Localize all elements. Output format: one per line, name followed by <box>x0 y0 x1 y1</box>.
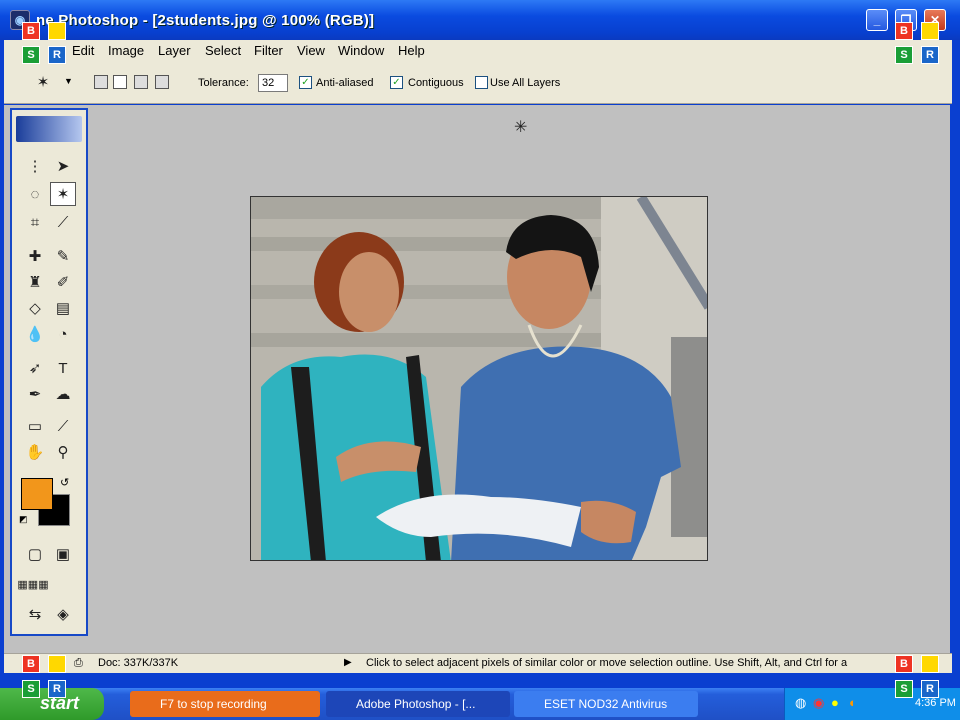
screen-mode-icons[interactable]: ▦▦▦ <box>17 572 48 596</box>
overlay-r-button-top-right[interactable]: R <box>921 46 939 64</box>
anti-aliased-checkbox[interactable]: ✓ <box>299 76 312 89</box>
tray-messenger-icon[interactable]: ● <box>831 695 839 710</box>
task-eset[interactable]: ESET NOD32 Antivirus <box>514 691 698 717</box>
preset-dropdown-icon[interactable]: ▼ <box>64 76 73 86</box>
menu-select[interactable]: Select <box>205 43 241 58</box>
path-selection-icon[interactable]: ➶ <box>22 356 48 380</box>
document-icon: ⎙ <box>74 657 83 669</box>
tolerance-input[interactable]: 32 <box>258 74 288 92</box>
foreground-color-swatch[interactable] <box>21 478 53 510</box>
brush-tool-icon[interactable]: ✎ <box>50 244 76 268</box>
menu-help[interactable]: Help <box>398 43 425 58</box>
window-title: ne Photoshop - [2students.jpg @ 100% (RG… <box>36 12 375 29</box>
status-hint-text: Click to select adjacent pixels of simil… <box>366 657 848 669</box>
eraser-tool-icon[interactable]: ◇ <box>22 296 48 320</box>
magic-wand-tool-icon[interactable]: ✶ <box>50 182 76 206</box>
status-menu-arrow-icon[interactable]: ▶ <box>344 657 352 668</box>
toolbox: ⋮ ➤ ◌ ✶ ⌗ ⟋ ✚ ✎ ♜ ✐ ◇ ▤ 💧 ◔ ➶ T ✒ ☁ ▭ ⟋ … <box>10 108 88 636</box>
overlay-b-button-top-left[interactable]: B <box>22 22 40 40</box>
contiguous-label: Contiguous <box>408 77 464 89</box>
menu-image[interactable]: Image <box>108 43 144 58</box>
dodge-tool-icon[interactable]: ◔ <box>50 322 76 346</box>
overlay-yellow-button-top-right[interactable] <box>921 22 939 40</box>
quick-mask-icon[interactable]: ▣ <box>50 542 76 566</box>
overlay-yellow-button-bottom-left[interactable] <box>48 655 66 673</box>
marquee-tool-icon[interactable]: ⋮ <box>22 154 48 178</box>
lasso-tool-icon[interactable]: ◌ <box>22 182 48 206</box>
overlay-b-button-top-right[interactable]: B <box>895 22 913 40</box>
hand-tool-icon[interactable]: ✋ <box>22 440 48 464</box>
photoshop-window: ◉ ne Photoshop - [2students.jpg @ 100% (… <box>0 0 960 688</box>
shape-tool-icon[interactable]: ☁ <box>50 382 76 406</box>
subtract-selection-icon[interactable] <box>134 75 148 89</box>
magic-wand-cursor-icon: ✳ <box>514 119 528 136</box>
swap-colors-icon[interactable]: ↺ <box>60 476 69 489</box>
task-eset-label: ESET NOD32 Antivirus <box>544 697 668 711</box>
tolerance-label: Tolerance: <box>198 77 249 89</box>
type-tool-icon[interactable]: T <box>50 356 76 380</box>
magic-wand-preset-icon[interactable]: ✶ <box>30 70 56 94</box>
students-photo <box>251 197 707 560</box>
overlay-s-button-top-right[interactable]: S <box>895 46 913 64</box>
use-all-layers-checkbox[interactable] <box>475 76 488 89</box>
overlay-yellow-button-top-left[interactable] <box>48 22 66 40</box>
overlay-r-button-bottom-left[interactable]: R <box>48 680 66 698</box>
document-canvas[interactable] <box>250 196 708 561</box>
overlay-s-button-bottom-right[interactable]: S <box>895 680 913 698</box>
crop-tool-icon[interactable]: ⌗ <box>22 210 48 234</box>
jump-to-imageready-icon[interactable]: ⇆ <box>22 602 48 626</box>
history-brush-icon[interactable]: ✐ <box>50 270 76 294</box>
move-tool-icon[interactable]: ➤ <box>50 154 76 178</box>
clock[interactable]: 4:36 PM <box>915 697 956 709</box>
blur-tool-icon[interactable]: 💧 <box>22 322 48 346</box>
standard-mode-icon[interactable]: ▢ <box>22 542 48 566</box>
new-selection-icon[interactable] <box>94 75 108 89</box>
task-photoshop-label: Adobe Photoshop - [... <box>356 697 476 711</box>
menu-edit[interactable]: Edit <box>72 43 94 58</box>
pen-tool-icon[interactable]: ✒ <box>22 382 48 406</box>
imageready-icon[interactable]: ◈ <box>50 602 76 626</box>
anti-aliased-label: Anti-aliased <box>316 77 374 89</box>
taskbar: start F7 to stop recording Adobe Photosh… <box>0 688 960 720</box>
gradient-tool-icon[interactable]: ▤ <box>50 296 76 320</box>
overlay-r-button-top-left[interactable]: R <box>48 46 66 64</box>
minimize-button[interactable]: _ <box>866 9 888 31</box>
use-all-layers-label: Use All Layers <box>490 77 561 89</box>
notes-tool-icon[interactable]: ▭ <box>22 414 48 438</box>
menu-layer[interactable]: Layer <box>158 43 191 58</box>
intersect-selection-icon[interactable] <box>155 75 169 89</box>
doc-size-text: Doc: 337K/337K <box>98 657 179 669</box>
overlay-s-button-bottom-left[interactable]: S <box>22 680 40 698</box>
clone-stamp-icon[interactable]: ♜ <box>22 270 48 294</box>
task-photoshop[interactable]: Adobe Photoshop - [... <box>326 691 510 717</box>
overlay-s-button-top-left[interactable]: S <box>22 46 40 64</box>
tray-antivirus-icon[interactable]: ◉ <box>813 695 824 711</box>
default-colors-icon[interactable]: ◩ <box>19 514 28 525</box>
toolbox-header-logo[interactable] <box>16 116 82 142</box>
eyedropper-tool-icon[interactable]: ⟋ <box>50 414 76 438</box>
title-bar[interactable]: ◉ ne Photoshop - [2students.jpg @ 100% (… <box>0 0 960 40</box>
menu-window[interactable]: Window <box>338 43 384 58</box>
overlay-b-button-bottom-right[interactable]: B <box>895 655 913 673</box>
healing-brush-icon[interactable]: ✚ <box>22 244 48 268</box>
task-recording[interactable]: F7 to stop recording <box>130 691 320 717</box>
overlay-r-button-bottom-right[interactable]: R <box>921 680 939 698</box>
overlay-b-button-bottom-left[interactable]: B <box>22 655 40 673</box>
menu-bar: Edit Image Layer Select Filter View Wind… <box>4 40 952 62</box>
status-bar: ⎙ Doc: 337K/337K ▶ Click to select adjac… <box>4 653 952 673</box>
menu-view[interactable]: View <box>297 43 325 58</box>
add-selection-icon[interactable] <box>113 75 127 89</box>
tray-app-icon[interactable]: ◐ <box>849 695 857 710</box>
slice-tool-icon[interactable]: ⟋ <box>50 210 76 234</box>
menu-filter[interactable]: Filter <box>254 43 283 58</box>
overlay-yellow-button-bottom-right[interactable] <box>921 655 939 673</box>
zoom-tool-icon[interactable]: ⚲ <box>50 440 76 464</box>
task-recording-label: F7 to stop recording <box>160 697 267 711</box>
contiguous-checkbox[interactable]: ✓ <box>390 76 403 89</box>
tray-network-icon[interactable]: ◍ <box>795 695 806 711</box>
